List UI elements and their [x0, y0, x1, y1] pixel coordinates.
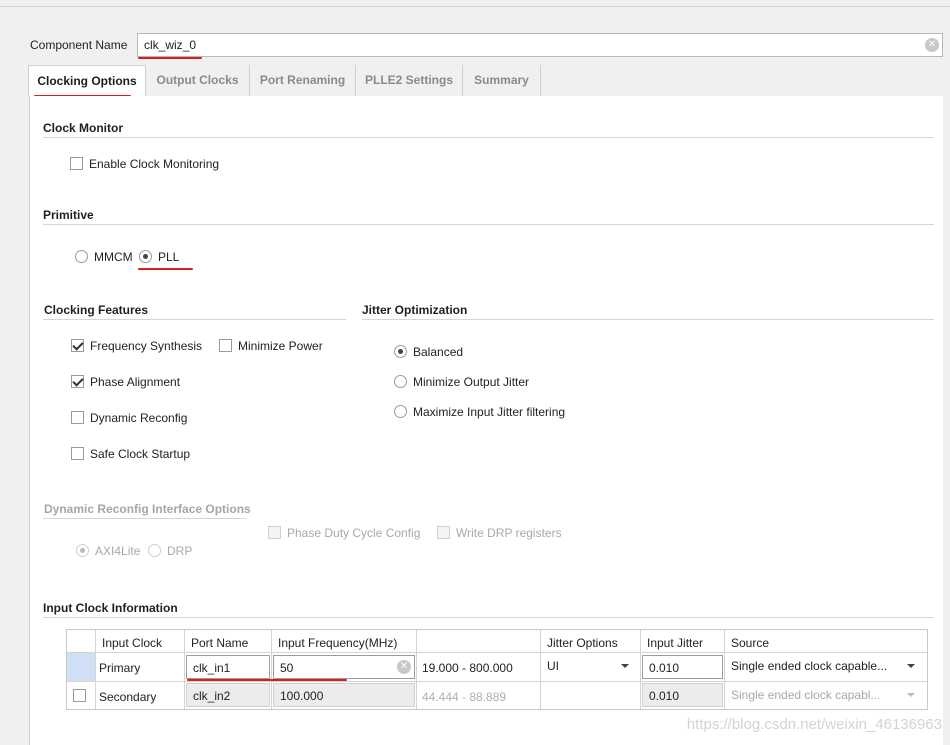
secondary-input-jitter-input[interactable]: 0.010: [642, 683, 723, 707]
col-header-port-name: Port Name: [191, 636, 249, 650]
primary-source-select[interactable]: Single ended clock capable...: [731, 659, 901, 673]
annotation-underline-component: [138, 57, 202, 59]
clear-icon[interactable]: ✕: [397, 660, 411, 674]
pll-radio[interactable]: [139, 250, 152, 263]
col-divider: [184, 630, 185, 709]
tab-summary[interactable]: Summary: [463, 65, 541, 96]
phase-duty-cycle-checkbox[interactable]: [268, 526, 281, 539]
secondary-enable-checkbox[interactable]: [73, 689, 86, 702]
section-title-primitive: Primitive: [43, 208, 94, 222]
frequency-synthesis-label: Frequency Synthesis: [90, 339, 203, 353]
tab-clocking-options[interactable]: Clocking Options: [28, 65, 146, 96]
safe-clock-startup-label: Safe Clock Startup: [90, 447, 191, 461]
minimize-output-jitter-label: Minimize Output Jitter: [413, 375, 530, 389]
component-name-value: clk_wiz_0: [144, 38, 197, 52]
tab-bar: Clocking Options Output Clocks Port Rena…: [28, 65, 943, 96]
secondary-frequency-range: 44.444 - 88.889: [422, 690, 507, 704]
mmcm-label: MMCM: [94, 250, 133, 264]
input-clock-table: Input Clock Port Name Input Frequency(MH…: [66, 629, 928, 710]
col-divider: [95, 630, 96, 709]
primary-clock-label: Primary: [99, 661, 141, 675]
primary-frequency-value: 50: [280, 661, 294, 675]
phase-alignment-checkbox[interactable]: [71, 375, 84, 388]
write-drp-registers-checkbox[interactable]: [437, 526, 450, 539]
balanced-radio[interactable]: [394, 345, 407, 358]
maximize-input-jitter-radio[interactable]: [394, 405, 407, 418]
divider: [43, 518, 246, 519]
top-divider: [0, 6, 950, 7]
dynamic-reconfig-checkbox[interactable]: [71, 411, 84, 424]
axi4lite-radio[interactable]: [76, 544, 89, 557]
col-header-input-jitter: Input Jitter: [647, 636, 704, 650]
clear-icon[interactable]: ✕: [925, 38, 939, 52]
chevron-down-icon[interactable]: [907, 664, 915, 668]
primary-frequency-range: 19.000 - 800.000: [422, 661, 513, 675]
col-header-jitter-options: Jitter Options: [547, 636, 618, 650]
section-title-jitter-optimization: Jitter Optimization: [362, 303, 468, 317]
balanced-label: Balanced: [413, 345, 464, 359]
component-name-label: Component Name: [30, 38, 128, 52]
annotation-underline-port-frequency: [187, 679, 347, 681]
write-drp-registers-label: Write DRP registers: [456, 526, 562, 540]
maximize-input-jitter-label: Maximize Input Jitter filtering: [413, 405, 566, 419]
watermark: https://blog.csdn.net/weixin_46136963: [686, 716, 942, 733]
row-selector-primary[interactable]: [67, 653, 95, 681]
enable-clock-monitoring-label: Enable Clock Monitoring: [89, 157, 220, 171]
col-header-input-clock: Input Clock: [102, 636, 163, 650]
primary-port-name-input[interactable]: clk_in1: [186, 655, 270, 679]
component-name-input[interactable]: clk_wiz_0 ✕: [137, 33, 943, 57]
row-divider: [67, 681, 927, 682]
primary-jitter-option-select[interactable]: UI: [547, 659, 559, 673]
tab-plle2-settings[interactable]: PLLE2 Settings: [356, 65, 463, 96]
enable-clock-monitoring-checkbox[interactable]: [70, 157, 83, 170]
tab-port-renaming[interactable]: Port Renaming: [250, 65, 356, 96]
section-title-clock-monitor: Clock Monitor: [43, 121, 123, 135]
divider: [362, 319, 934, 320]
col-divider: [724, 630, 725, 709]
tab-output-clocks[interactable]: Output Clocks: [146, 65, 250, 96]
secondary-source-select[interactable]: Single ended clock capabl...: [731, 688, 899, 702]
primary-frequency-input[interactable]: 50 ✕: [273, 655, 415, 679]
section-title-clocking-features: Clocking Features: [44, 303, 149, 317]
section-title-input-clock-info: Input Clock Information: [43, 601, 178, 615]
divider: [43, 224, 934, 225]
minimize-power-checkbox[interactable]: [219, 339, 232, 352]
minimize-power-label: Minimize Power: [238, 339, 323, 353]
chevron-down-icon[interactable]: [621, 664, 629, 668]
col-divider: [640, 630, 641, 709]
drp-radio[interactable]: [148, 544, 161, 557]
col-header-input-frequency: Input Frequency(MHz): [278, 636, 398, 650]
annotation-underline-pll: [138, 268, 193, 270]
divider: [43, 319, 346, 320]
divider: [43, 137, 934, 138]
mmcm-radio[interactable]: [75, 250, 88, 263]
col-divider: [416, 630, 417, 709]
phase-duty-cycle-label: Phase Duty Cycle Config: [287, 526, 421, 540]
safe-clock-startup-checkbox[interactable]: [71, 447, 84, 460]
primary-input-jitter-input[interactable]: 0.010: [642, 655, 723, 679]
frequency-synthesis-checkbox[interactable]: [71, 339, 84, 352]
drp-label: DRP: [167, 544, 193, 558]
pll-label: PLL: [158, 250, 180, 264]
phase-alignment-label: Phase Alignment: [90, 375, 181, 389]
dynamic-reconfig-label: Dynamic Reconfig: [90, 411, 188, 425]
divider: [43, 617, 934, 618]
chevron-down-icon[interactable]: [907, 693, 915, 697]
secondary-clock-label: Secondary: [99, 690, 157, 704]
section-title-dynamic-reconfig-interface: Dynamic Reconfig Interface Options: [44, 502, 251, 516]
col-header-source: Source: [731, 636, 770, 650]
col-divider: [540, 630, 541, 709]
minimize-output-jitter-radio[interactable]: [394, 375, 407, 388]
axi4lite-label: AXI4Lite: [95, 544, 141, 558]
secondary-port-name-input[interactable]: clk_in2: [186, 683, 270, 707]
header-divider: [67, 652, 927, 653]
secondary-frequency-input[interactable]: 100.000: [273, 683, 415, 707]
col-divider: [271, 630, 272, 709]
